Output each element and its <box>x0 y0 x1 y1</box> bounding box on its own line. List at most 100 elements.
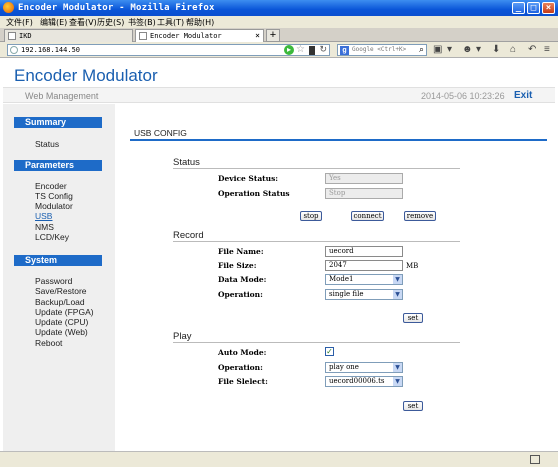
page-icon <box>139 32 147 40</box>
download-icon[interactable]: ⬇ <box>492 44 500 55</box>
file-size-unit: MB <box>406 262 419 270</box>
addon-icon[interactable]: ▣ <box>433 44 442 55</box>
tab-ikd[interactable]: IKD <box>4 29 133 42</box>
menu-edit[interactable]: 编辑(E) <box>40 17 67 28</box>
file-select-select[interactable]: uecord00006.ts ▼ <box>325 376 403 387</box>
navigation-toolbar: 192.168.144.50 ▸ ☆ ↻ g Google <Ctrl+K> ⌕… <box>0 42 558 58</box>
main-panel: USB CONFIG Status Device Status: Yes Ope… <box>116 104 555 451</box>
new-tab-button[interactable]: + <box>266 29 280 42</box>
dropdown-icon[interactable]: ▾ <box>447 44 452 55</box>
sidebar-item-password[interactable]: Password <box>35 276 72 286</box>
url-text: 192.168.144.50 <box>21 46 81 54</box>
tab-label: Encoder Modulator <box>150 32 222 40</box>
exit-link[interactable]: Exit <box>514 90 532 101</box>
sidebar-item-encoder[interactable]: Encoder <box>35 181 67 191</box>
record-operation-select[interactable]: single file ▼ <box>325 289 403 300</box>
file-name-input[interactable]: uecord <box>325 246 403 257</box>
status-divider <box>173 168 460 169</box>
auto-mode-label: Auto Mode: <box>218 348 267 357</box>
sidebar-item-status[interactable]: Status <box>35 139 59 149</box>
title-divider <box>130 139 547 141</box>
sidebar-item-modulator[interactable]: Modulator <box>35 201 73 211</box>
device-status-field: Yes <box>325 173 403 184</box>
tab-label: IKD <box>19 32 32 40</box>
chevron-down-icon[interactable]: ▼ <box>393 275 402 284</box>
device-icon <box>309 46 315 55</box>
device-status-label: Device Status: <box>218 174 279 183</box>
close-icon[interactable]: × <box>542 2 555 14</box>
record-group-title: Record <box>173 230 204 241</box>
play-operation-label: Operation: <box>218 363 263 372</box>
auto-mode-checkbox[interactable]: ✓ <box>325 347 334 356</box>
chevron-down-icon[interactable]: ▼ <box>393 377 402 386</box>
sidebar-section-parameters: Parameters <box>14 160 102 171</box>
tab-bar: IKD Encoder Modulator × + <box>0 28 558 42</box>
menu-help[interactable]: 帮助(H) <box>186 17 214 28</box>
sidebar-item-update-fpga[interactable]: Update (FPGA) <box>35 307 94 317</box>
url-bar[interactable]: 192.168.144.50 ▸ ☆ ↻ <box>7 44 330 56</box>
play-group-title: Play <box>173 331 192 342</box>
status-group-title: Status <box>173 157 200 168</box>
refresh-icon[interactable]: ↻ <box>319 44 327 55</box>
chevron-down-icon[interactable]: ▼ <box>393 290 402 299</box>
connect-button[interactable]: connect <box>351 211 384 221</box>
file-name-label: File Name: <box>218 247 264 256</box>
search-icon[interactable]: ⌕ <box>419 44 424 55</box>
back-icon[interactable]: ↶ <box>528 44 536 55</box>
close-tab-icon[interactable]: × <box>255 31 260 40</box>
menu-bookmarks[interactable]: 书签(B) <box>128 17 156 28</box>
menu-history[interactable]: 历史(S) <box>97 17 124 28</box>
sidebar-item-update-cpu[interactable]: Update (CPU) <box>35 317 88 327</box>
sidebar-item-save-restore[interactable]: Save/Restore <box>35 286 87 296</box>
data-mode-label: Data Mode: <box>218 275 267 284</box>
brand-title: Encoder Modulator <box>14 66 158 85</box>
home-icon[interactable]: ⌂ <box>510 44 516 55</box>
web-management-label: Web Management <box>25 91 99 101</box>
google-icon[interactable]: g <box>340 46 349 55</box>
sidebar-item-reboot[interactable]: Reboot <box>35 338 62 348</box>
operation-status-field: Stop <box>325 188 403 199</box>
stop-button[interactable]: stop <box>300 211 322 221</box>
tab-encoder-modulator[interactable]: Encoder Modulator × <box>135 29 264 42</box>
page-icon <box>8 32 16 40</box>
search-placeholder: Google <Ctrl+K> <box>352 46 407 53</box>
smiley-icon[interactable]: ☻ <box>462 44 473 55</box>
dropdown-icon[interactable]: ▾ <box>476 44 481 55</box>
sidebar-item-update-web[interactable]: Update (Web) <box>35 327 88 337</box>
search-bar[interactable]: g Google <Ctrl+K> ⌕ <box>337 44 427 56</box>
sidebar-item-nms[interactable]: NMS <box>35 222 54 232</box>
file-size-input[interactable]: 2047 <box>325 260 403 271</box>
globe-icon <box>10 46 18 54</box>
record-operation-label: Operation: <box>218 290 263 299</box>
chevron-down-icon[interactable]: ▼ <box>393 363 402 372</box>
play-operation-select[interactable]: play one ▼ <box>325 362 403 373</box>
record-set-button[interactable]: set <box>403 313 423 323</box>
sidebar-section-system: System <box>14 255 102 266</box>
go-icon[interactable]: ▸ <box>284 45 294 55</box>
play-set-button[interactable]: set <box>403 401 423 411</box>
window-titlebar: Encoder Modulator - Mozilla Firefox _ □ … <box>0 0 558 16</box>
browser-status-bar <box>0 451 558 467</box>
menu-icon[interactable]: ≡ <box>544 44 550 55</box>
operation-status-label: Operation Status <box>218 189 290 198</box>
window-title: Encoder Modulator - Mozilla Firefox <box>18 3 215 13</box>
sidebar-item-ts-config[interactable]: TS Config <box>35 191 73 201</box>
menu-file[interactable]: 文件(F) <box>6 17 33 28</box>
maximize-icon[interactable]: □ <box>527 2 540 14</box>
data-mode-select[interactable]: Mode1 ▼ <box>325 274 403 285</box>
addon-bar-icon[interactable] <box>530 455 540 464</box>
bookmark-star-icon[interactable]: ☆ <box>296 44 305 55</box>
menu-tools[interactable]: 工具(T) <box>157 17 184 28</box>
record-divider <box>173 241 460 242</box>
minimize-icon[interactable]: _ <box>512 2 525 14</box>
sidebar-item-lcd-key[interactable]: LCD/Key <box>35 232 69 242</box>
sidebar-item-backup-load[interactable]: Backup/Load <box>35 297 85 307</box>
file-select-label: File Slelect: <box>218 377 268 386</box>
sidebar-item-usb[interactable]: USB <box>35 211 52 221</box>
sidebar-section-summary: Summary <box>14 117 102 128</box>
sidebar: Summary Status Parameters Encoder TS Con… <box>3 104 115 451</box>
data-mode-value: Mode1 <box>329 275 354 283</box>
page-title: USB CONFIG <box>134 128 187 138</box>
remove-button[interactable]: remove <box>404 211 436 221</box>
menu-view[interactable]: 查看(V) <box>69 17 97 28</box>
